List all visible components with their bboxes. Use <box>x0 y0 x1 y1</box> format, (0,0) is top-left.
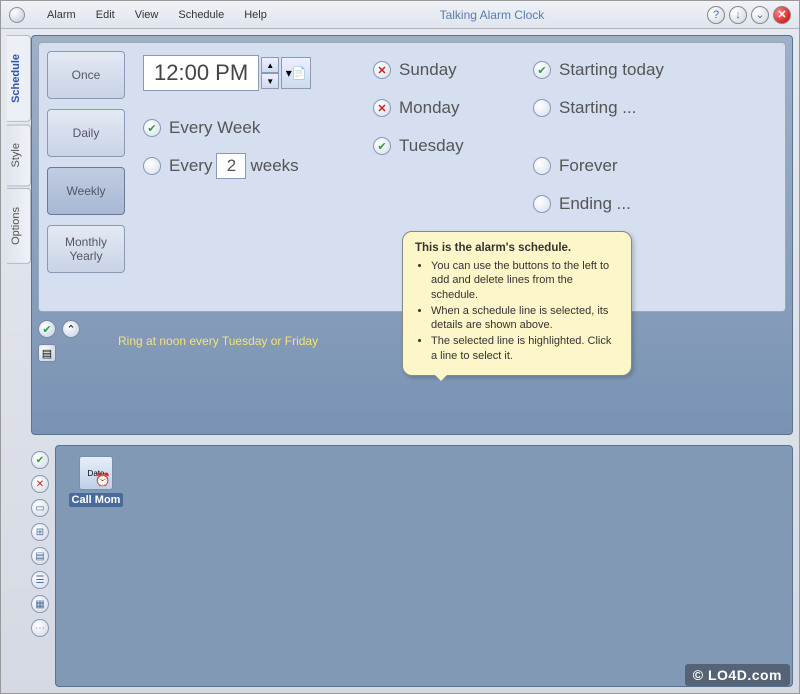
tooltip-bullet: You can use the buttons to the left to a… <box>431 259 619 302</box>
alarm-date-icon: Date <box>79 456 113 490</box>
menu-schedule[interactable]: Schedule <box>168 5 234 25</box>
day-tuesday-toggle[interactable]: ✔ <box>373 137 391 155</box>
details-icon[interactable]: ▤ <box>38 344 56 362</box>
tab-options[interactable]: Options <box>7 188 31 264</box>
tab-schedule[interactable]: Schedule <box>7 35 31 122</box>
enable-icon[interactable]: ✔ <box>31 451 49 469</box>
calendar-icon: ▾📄 <box>286 66 307 80</box>
alarm-item-call-mom[interactable]: Date Call Mom <box>66 456 126 507</box>
time-up-button[interactable]: ▲ <box>261 57 279 73</box>
collapse-icon[interactable]: ⌃ <box>62 320 80 338</box>
app-icon <box>9 7 25 23</box>
starting-label: Starting ... <box>559 98 636 118</box>
close-button[interactable]: ✕ <box>773 6 791 24</box>
tooltip-bullet: When a schedule line is selected, its de… <box>431 304 619 333</box>
day-monday-toggle[interactable]: ✕ <box>373 99 391 117</box>
view-icon-4[interactable]: ☰ <box>31 571 49 589</box>
ending-label: Ending ... <box>559 194 631 214</box>
view-icon-1[interactable]: ▭ <box>31 499 49 517</box>
list-toolbar: ✔ ✕ ▭ ⊞ ▤ ☰ ▦ ⋯ <box>31 445 55 687</box>
tooltip-bullet: The selected line is highlighted. Click … <box>431 334 619 363</box>
every-n-input[interactable]: 2 <box>216 153 246 179</box>
alarm-item-label: Call Mom <box>69 493 124 507</box>
day-monday-label: Monday <box>399 98 459 118</box>
titlebar: Alarm Edit View Schedule Help Talking Al… <box>1 1 799 29</box>
window-title: Talking Alarm Clock <box>277 8 707 22</box>
menu-alarm[interactable]: Alarm <box>37 5 86 25</box>
freq-weekly-button[interactable]: Weekly <box>47 167 125 215</box>
tab-style[interactable]: Style <box>7 124 31 186</box>
freq-daily-button[interactable]: Daily <box>47 109 125 157</box>
starting-today-label: Starting today <box>559 60 664 80</box>
confirm-icon[interactable]: ✔ <box>38 320 56 338</box>
menu-edit[interactable]: Edit <box>86 5 125 25</box>
alarm-list-body[interactable]: Date Call Mom <box>55 445 793 687</box>
day-sunday-label: Sunday <box>399 60 457 80</box>
minimize-button[interactable]: ⌄ <box>751 6 769 24</box>
day-tuesday-label: Tuesday <box>399 136 464 156</box>
schedule-summary[interactable]: Ring at noon every Tuesday or Friday <box>88 334 318 348</box>
day-sunday-toggle[interactable]: ✕ <box>373 61 391 79</box>
radio-forever[interactable] <box>533 157 551 175</box>
radio-every-week[interactable]: ✔ <box>143 119 161 137</box>
app-window: Alarm Edit View Schedule Help Talking Al… <box>0 0 800 694</box>
schedule-panel: Once Daily Weekly Monthly Yearly 12:00 P… <box>31 35 793 435</box>
freq-once-button[interactable]: Once <box>47 51 125 99</box>
delete-icon[interactable]: ✕ <box>31 475 49 493</box>
forever-label: Forever <box>559 156 618 176</box>
radio-starting-today[interactable]: ✔ <box>533 61 551 79</box>
time-down-button[interactable]: ▼ <box>261 73 279 89</box>
watermark: © LO4D.com <box>685 664 790 686</box>
every-n-suffix: weeks <box>250 156 298 176</box>
freq-monthly-yearly-button[interactable]: Monthly Yearly <box>47 225 125 273</box>
view-icon-5[interactable]: ▦ <box>31 595 49 613</box>
menu-view[interactable]: View <box>125 5 169 25</box>
arrow-down-button[interactable]: ↓ <box>729 6 747 24</box>
tooltip-title: This is the alarm's schedule. <box>415 242 619 254</box>
menu-help[interactable]: Help <box>234 5 277 25</box>
every-week-label: Every Week <box>169 118 260 138</box>
more-icon[interactable]: ⋯ <box>31 619 49 637</box>
radio-ending[interactable] <box>533 195 551 213</box>
view-icon-3[interactable]: ▤ <box>31 547 49 565</box>
side-tabs: Schedule Style Options <box>7 35 31 687</box>
calendar-button[interactable]: ▾📄 <box>281 57 311 89</box>
view-icon-2[interactable]: ⊞ <box>31 523 49 541</box>
time-input[interactable]: 12:00 PM <box>143 55 259 91</box>
radio-every-n[interactable] <box>143 157 161 175</box>
every-n-prefix: Every <box>169 156 212 176</box>
radio-starting[interactable] <box>533 99 551 117</box>
help-button[interactable]: ? <box>707 6 725 24</box>
help-tooltip: This is the alarm's schedule. You can us… <box>402 231 632 376</box>
